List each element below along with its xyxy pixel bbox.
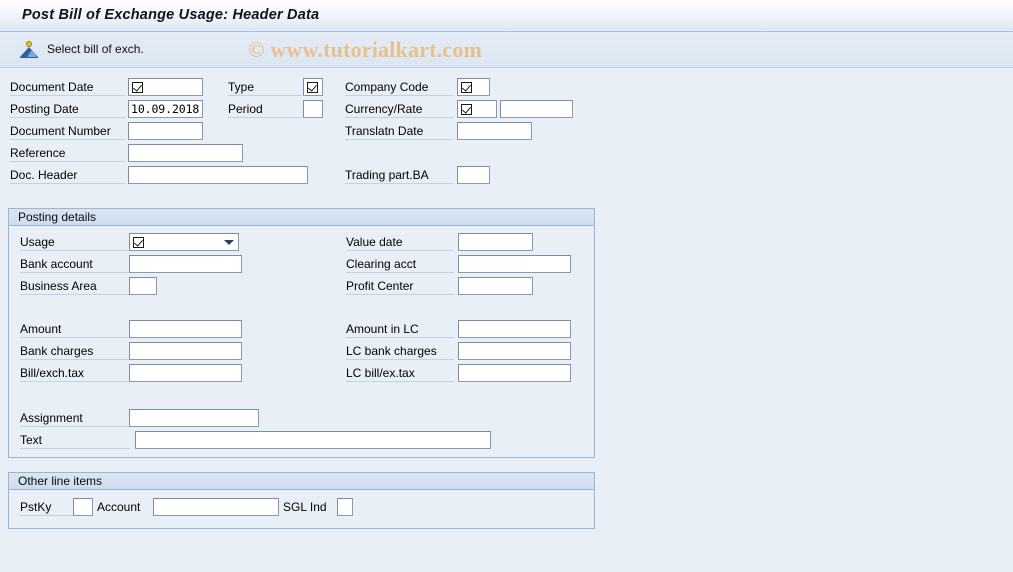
- lc-bill-ex-tax-input[interactable]: [458, 364, 571, 382]
- assignment-input[interactable]: [129, 409, 259, 427]
- business-area-input[interactable]: [129, 277, 157, 295]
- label-account: Account: [97, 500, 141, 514]
- label-bill-exch-tax: Bill/exch.tax: [20, 366, 130, 382]
- label-translation-date: Translatn Date: [345, 124, 453, 140]
- label-company-code: Company Code: [345, 80, 453, 96]
- label-document-number: Document Number: [10, 124, 125, 140]
- label-amount-in-lc: Amount in LC: [346, 322, 454, 338]
- required-checkbox-icon: [132, 234, 144, 250]
- value-date-input[interactable]: [458, 233, 533, 251]
- amount-input[interactable]: [129, 320, 242, 338]
- bank-account-input[interactable]: [129, 255, 242, 273]
- label-business-area: Business Area: [20, 279, 130, 295]
- page-title: Post Bill of Exchange Usage: Header Data: [22, 7, 320, 23]
- lc-bank-charges-input[interactable]: [458, 342, 571, 360]
- required-checkbox-icon: [306, 79, 318, 95]
- translation-date-input[interactable]: [457, 122, 532, 140]
- pstky-input[interactable]: [73, 498, 93, 516]
- amount-in-lc-input[interactable]: [458, 320, 571, 338]
- label-clearing-acct: Clearing acct: [346, 257, 454, 273]
- posting-details-title: Posting details: [18, 210, 97, 224]
- clearing-acct-input[interactable]: [458, 255, 571, 273]
- posting-details-group: Posting details Usage Bank account Busin…: [8, 208, 595, 458]
- select-bill-of-exchange-label: Select bill of exch.: [47, 42, 144, 56]
- application-toolbar: Select bill of exch.: [0, 32, 1013, 68]
- required-checkbox-icon: [131, 79, 143, 95]
- company-code-input[interactable]: [457, 78, 490, 96]
- label-posting-date: Posting Date: [10, 102, 125, 118]
- text-input[interactable]: [135, 431, 491, 449]
- label-value-date: Value date: [346, 235, 454, 251]
- other-line-items-header: Other line items: [9, 473, 594, 490]
- label-bank-charges: Bank charges: [20, 344, 130, 360]
- label-assignment: Assignment: [20, 411, 130, 427]
- label-lc-bank-charges: LC bank charges: [346, 344, 454, 360]
- label-document-date: Document Date: [10, 80, 125, 96]
- document-number-input[interactable]: [128, 122, 203, 140]
- required-checkbox-icon: [460, 101, 472, 117]
- label-bank-account: Bank account: [20, 257, 130, 273]
- other-line-items-title: Other line items: [18, 474, 103, 488]
- label-amount: Amount: [20, 322, 130, 338]
- sgl-ind-input[interactable]: [337, 498, 353, 516]
- chevron-down-icon[interactable]: [224, 240, 234, 245]
- window-title-bar: Post Bill of Exchange Usage: Header Data: [0, 0, 1013, 32]
- required-checkbox-icon: [460, 79, 472, 95]
- period-input[interactable]: [303, 100, 323, 118]
- label-currency-rate: Currency/Rate: [345, 102, 453, 118]
- select-bill-of-exchange-button[interactable]: Select bill of exch.: [14, 36, 150, 62]
- label-sgl-ind: SGL Ind: [283, 500, 327, 514]
- label-text: Text: [20, 433, 130, 449]
- label-pstky: PstKy: [20, 500, 73, 516]
- reference-input[interactable]: [128, 144, 243, 162]
- document-date-input[interactable]: [128, 78, 203, 96]
- label-doc-header: Doc. Header: [10, 168, 125, 184]
- label-usage: Usage: [20, 235, 130, 251]
- label-profit-center: Profit Center: [346, 279, 454, 295]
- posting-date-input[interactable]: 10.09.2018: [128, 100, 203, 118]
- bill-exch-tax-input[interactable]: [129, 364, 242, 382]
- label-type: Type: [228, 80, 302, 96]
- label-period: Period: [228, 102, 302, 118]
- label-lc-bill-ex-tax: LC bill/ex.tax: [346, 366, 454, 382]
- select-bill-of-exchange-icon: [20, 40, 38, 58]
- doc-header-input[interactable]: [128, 166, 308, 184]
- label-trading-partner-ba: Trading part.BA: [345, 168, 453, 184]
- posting-details-header: Posting details: [9, 209, 594, 226]
- other-line-items-group: Other line items PstKy Account SGL Ind: [8, 472, 595, 529]
- account-input[interactable]: [153, 498, 279, 516]
- bank-charges-input[interactable]: [129, 342, 242, 360]
- label-reference: Reference: [10, 146, 125, 162]
- currency-input[interactable]: [457, 100, 497, 118]
- profit-center-input[interactable]: [458, 277, 533, 295]
- trading-partner-ba-input[interactable]: [457, 166, 490, 184]
- usage-dropdown[interactable]: [129, 233, 239, 251]
- type-input[interactable]: [303, 78, 323, 96]
- rate-input[interactable]: [500, 100, 573, 118]
